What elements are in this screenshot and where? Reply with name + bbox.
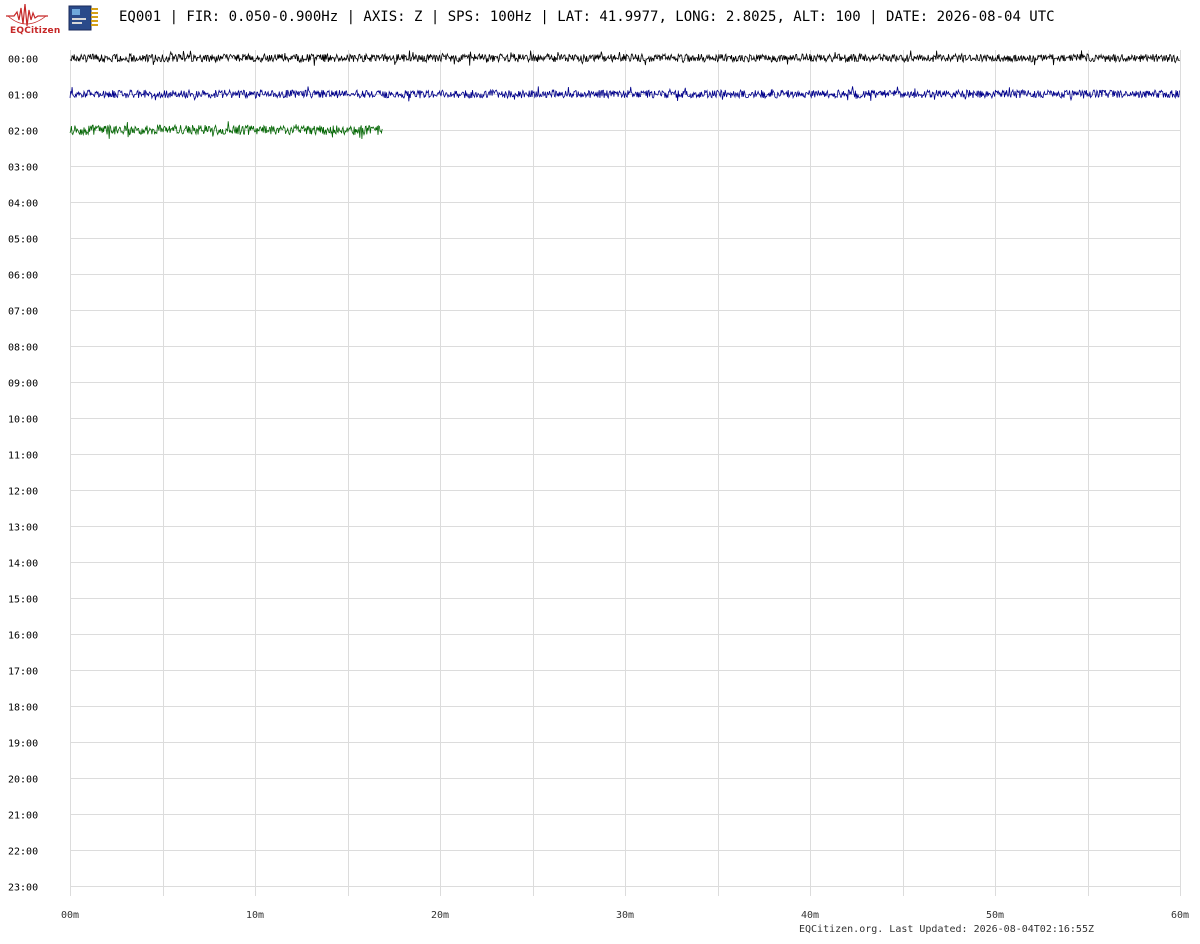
y-tick-label: 21:00 — [8, 811, 38, 822]
y-tick-label: 13:00 — [8, 523, 38, 534]
station-info-title: EQ001 | FIR: 0.050-0.900Hz | AXIS: Z | S… — [119, 9, 1055, 25]
y-tick-label: 16:00 — [8, 631, 38, 642]
y-tick-label: 00:00 — [8, 55, 38, 66]
y-tick-label: 22:00 — [8, 847, 38, 858]
y-tick-label: 08:00 — [8, 343, 38, 354]
y-tick-label: 10:00 — [8, 415, 38, 426]
y-tick-label: 06:00 — [8, 271, 38, 282]
y-tick-label: 12:00 — [8, 487, 38, 498]
helicorder-chart: 00:00 01:00 02:00 03:00 04:00 05:00 06:00 07:00… — [0, 40, 1200, 940]
x-tick-label: 30m — [616, 910, 634, 921]
logo-text: EQCitizen — [10, 26, 61, 36]
y-tick-label: 15:00 — [8, 595, 38, 606]
x-tick-label: 50m — [986, 910, 1004, 921]
y-tick-label: 09:00 — [8, 379, 38, 390]
header: EQCitizen EQ001 | FIR: 0.050-0.900Hz | A… — [0, 0, 1200, 40]
seismic-trace-0000 — [69, 50, 1180, 66]
y-tick-label: 07:00 — [8, 307, 38, 318]
x-axis-labels: 00m 10m 20m 30m 40m 50m 60m — [61, 910, 1189, 921]
x-tick-label: 40m — [801, 910, 819, 921]
x-tick-label: 10m — [246, 910, 264, 921]
y-tick-label: 03:00 — [8, 163, 38, 174]
y-tick-label: 19:00 — [8, 739, 38, 750]
seismic-trace-0100 — [69, 86, 1180, 102]
x-tick-label: 60m — [1171, 910, 1189, 921]
grid-lines — [70, 50, 1181, 896]
eqcitizen-logo: EQCitizen — [4, 2, 60, 36]
y-tick-label: 17:00 — [8, 667, 38, 678]
y-tick-label: 04:00 — [8, 199, 38, 210]
y-tick-label: 05:00 — [8, 235, 38, 246]
y-tick-label: 18:00 — [8, 703, 38, 714]
y-axis-labels: 00:00 01:00 02:00 03:00 04:00 05:00 06:00 07:00… — [8, 55, 38, 894]
last-updated-footer: EQCitizen.org. Last Updated: 2026-08-04T… — [798, 924, 1094, 935]
y-tick-label: 20:00 — [8, 775, 38, 786]
y-tick-label: 02:00 — [8, 127, 38, 138]
sensor-device-icon — [68, 5, 100, 31]
y-tick-label: 11:00 — [8, 451, 38, 462]
y-tick-label: 14:00 — [8, 559, 38, 570]
helicorder-plot: 00:00 01:00 02:00 03:00 04:00 05:00 06:00 07:00… — [8, 50, 1189, 921]
x-tick-label: 00m — [61, 910, 79, 921]
y-tick-label: 01:00 — [8, 91, 38, 102]
x-tick-label: 20m — [431, 910, 449, 921]
y-tick-label: 23:00 — [8, 883, 38, 894]
